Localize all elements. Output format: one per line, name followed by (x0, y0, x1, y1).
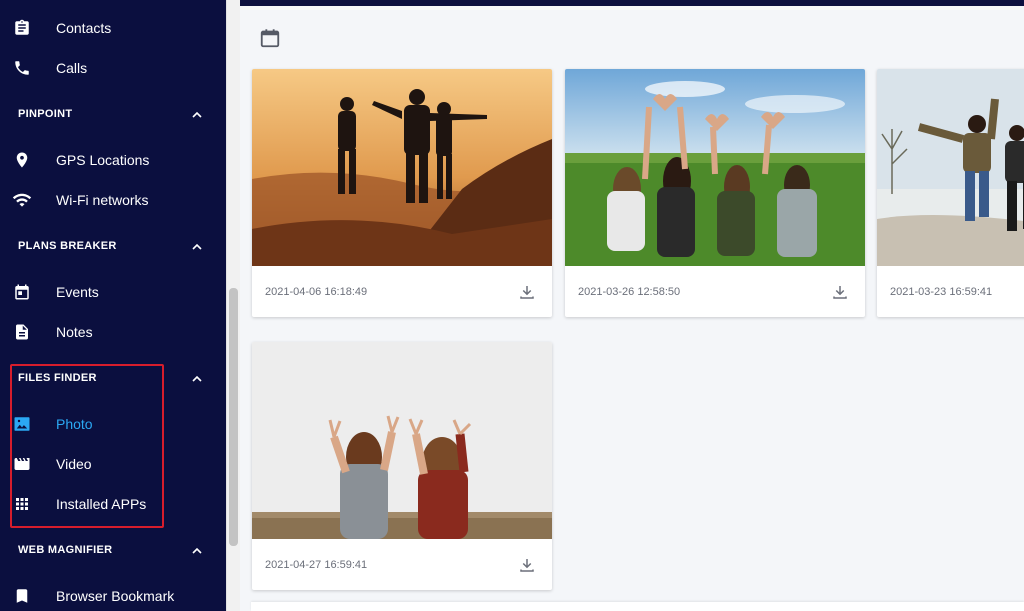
sidebar-item-label: Notes (56, 324, 93, 340)
sidebar-item-installed-apps[interactable]: Installed APPs (0, 484, 226, 524)
wifi-icon (12, 190, 32, 210)
chevron-up-icon (192, 547, 202, 554)
location-pin-icon (12, 150, 32, 170)
chevron-up-icon (192, 243, 202, 250)
photo-date: 2021-03-26 12:58:50 (578, 286, 681, 298)
section-pinpoint[interactable]: PINPOINT (0, 94, 226, 134)
download-icon[interactable] (831, 283, 849, 301)
sidebar-item-label: Photo (56, 416, 93, 432)
photo-card[interactable]: 2021-04-06 16:18:49 (252, 69, 552, 317)
section-files-finder[interactable]: FILES FINDER (0, 358, 226, 398)
clipboard-icon (12, 18, 32, 38)
sidebar-item-label: Events (56, 284, 99, 300)
photo-card[interactable]: 2021-04-27 16:59:41 (252, 342, 552, 590)
sidebar-item-label: Calls (56, 60, 88, 76)
download-icon[interactable] (518, 556, 536, 574)
calendar-event-icon (12, 282, 32, 302)
calendar-icon[interactable] (259, 27, 281, 49)
bookmark-icon (12, 586, 32, 606)
section-web-magnifier[interactable]: WEB MAGNIFIER (0, 530, 226, 570)
chevron-up-icon (192, 375, 202, 382)
section-title: WEB MAGNIFIER (18, 544, 113, 556)
photo-date: 2021-04-27 16:59:41 (265, 559, 368, 571)
sidebar-item-wifi-networks[interactable]: Wi-Fi networks (0, 180, 226, 220)
note-icon (12, 322, 32, 342)
next-row-card-edge (251, 602, 1024, 611)
image-icon (12, 414, 32, 434)
sidebar-item-label: Wi-Fi networks (56, 192, 149, 208)
photo-date: 2021-03-23 16:59:41 (890, 286, 993, 298)
sidebar-item-browser-bookmark[interactable]: Browser Bookmark (0, 576, 226, 611)
sidebar-item-calls[interactable]: Calls (0, 48, 226, 88)
photo-thumbnail[interactable] (877, 69, 1024, 266)
photo-thumbnail[interactable] (252, 69, 552, 266)
sidebar-item-label: GPS Locations (56, 152, 150, 168)
photo-thumbnail[interactable] (252, 342, 552, 539)
sidebar-scrollbar[interactable] (226, 0, 240, 611)
clapperboard-icon (12, 454, 32, 474)
sidebar-item-label: Contacts (56, 20, 112, 36)
chevron-up-icon (192, 111, 202, 118)
section-title: FILES FINDER (18, 372, 97, 384)
phone-icon (12, 58, 32, 78)
section-plans-breaker[interactable]: PLANS BREAKER (0, 226, 226, 266)
scrollbar-thumb[interactable] (229, 288, 238, 546)
sidebar-item-notes[interactable]: Notes (0, 312, 226, 352)
download-icon[interactable] (518, 283, 536, 301)
sidebar-item-video[interactable]: Video (0, 444, 226, 484)
section-title: PLANS BREAKER (18, 240, 117, 252)
photo-card[interactable]: 2021-03-26 12:58:50 (565, 69, 865, 317)
sidebar-item-gps-locations[interactable]: GPS Locations (0, 140, 226, 180)
sidebar-item-label: Browser Bookmark (56, 588, 175, 604)
sidebar-item-label: Video (56, 456, 92, 472)
photo-thumbnail[interactable] (565, 69, 865, 266)
sidebar-item-label: Installed APPs (56, 496, 147, 512)
apps-grid-icon (12, 494, 32, 514)
photo-gallery: 2021-04-06 16:18:49 2021-03-26 12:58:50 … (240, 6, 1024, 611)
photo-card[interactable]: 2021-03-23 16:59:41 (877, 69, 1024, 317)
sidebar-item-events[interactable]: Events (0, 272, 226, 312)
sidebar: Contacts Calls PINPOINT GPS Locations Wi… (0, 0, 226, 611)
photo-date: 2021-04-06 16:18:49 (265, 286, 368, 298)
sidebar-item-contacts[interactable]: Contacts (0, 8, 226, 48)
sidebar-item-photo[interactable]: Photo (0, 404, 226, 444)
section-title: PINPOINT (18, 108, 73, 120)
